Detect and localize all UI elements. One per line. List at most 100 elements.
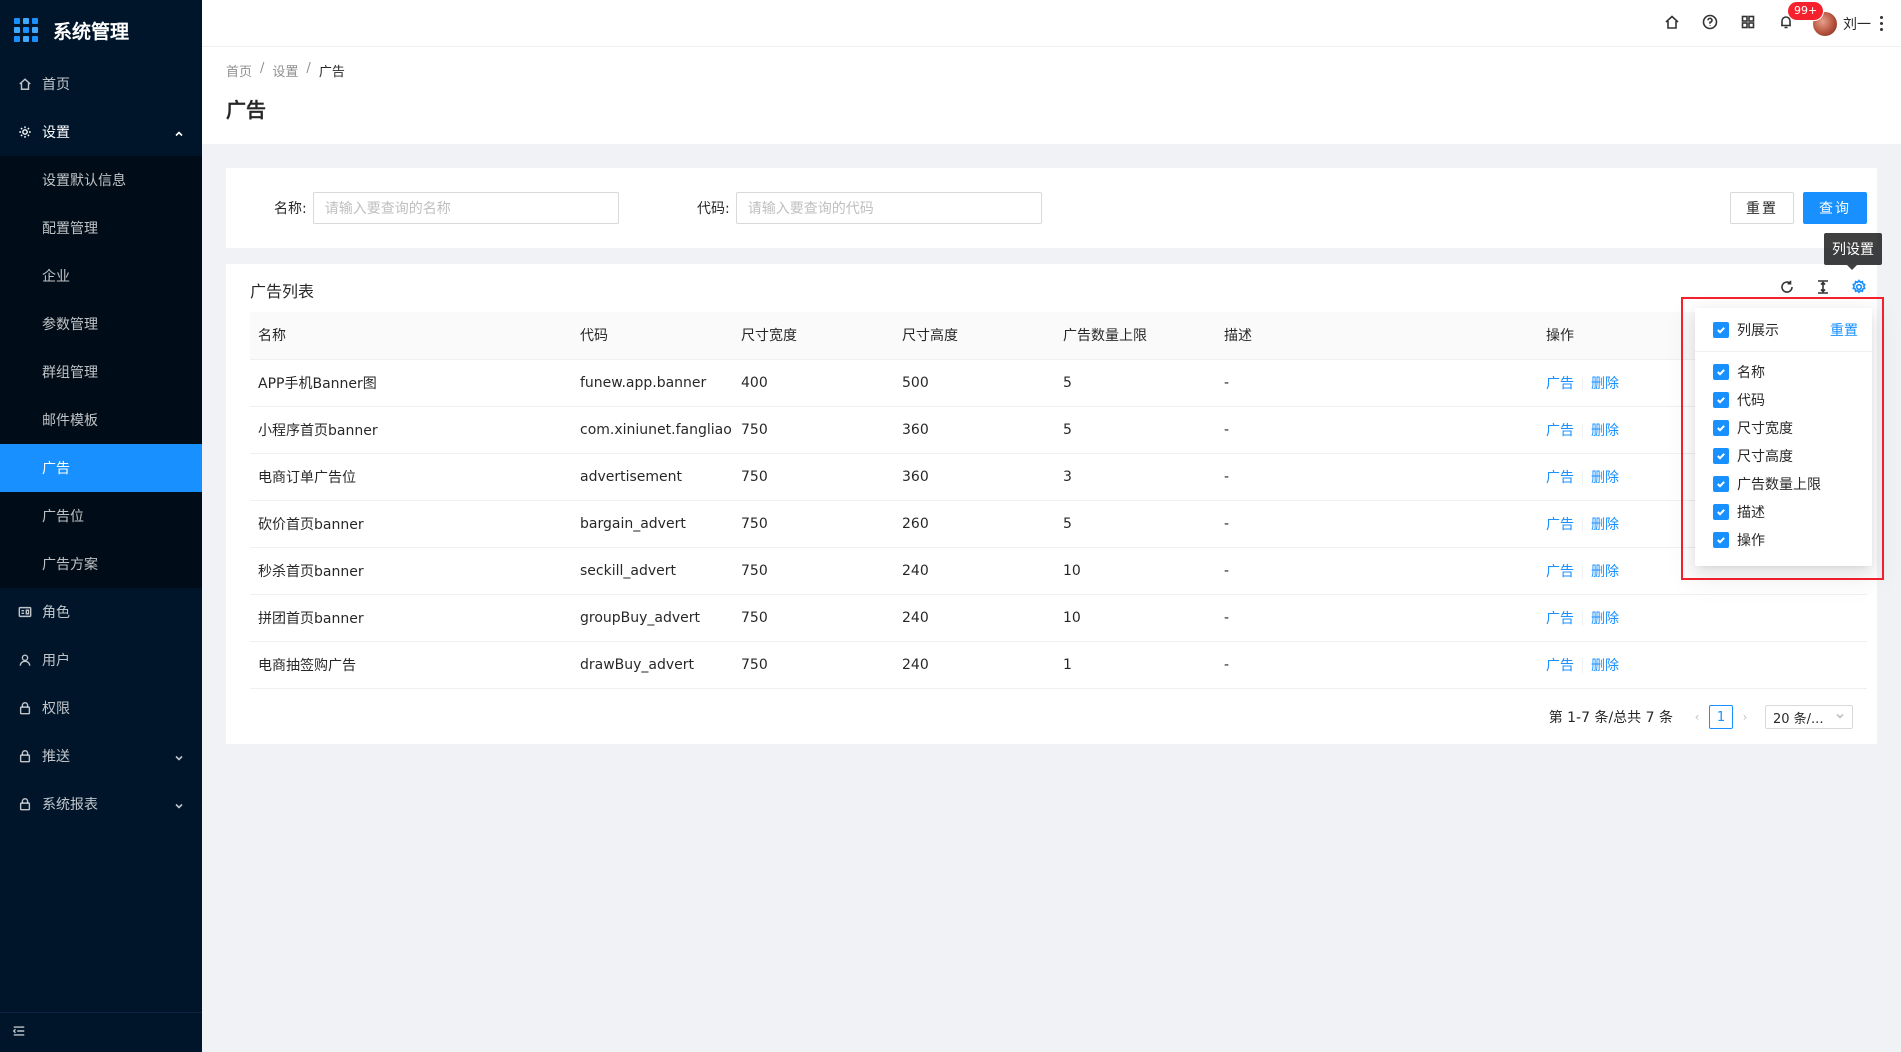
app-title: 系统管理 (53, 20, 130, 43)
show-all-columns-checkbox[interactable]: 列展示 (1713, 320, 1779, 340)
page-1-button[interactable]: 1 (1709, 705, 1733, 729)
column-option-code[interactable]: 代码 (1713, 386, 1872, 414)
checkbox-checked-icon (1713, 532, 1729, 548)
reload-icon (1779, 279, 1795, 299)
name-placeholder: 请输入要查询的名称 (324, 201, 451, 217)
delete-link[interactable]: 删除 (1591, 517, 1619, 533)
cell-height: 500 (894, 359, 1055, 407)
home-button[interactable] (1653, 0, 1691, 47)
column-reset-link[interactable]: 重置 (1830, 320, 1858, 340)
table-row: 拼团首页banner groupBuy_advert 750 240 10 - … (250, 594, 1867, 642)
delete-link[interactable]: 删除 (1591, 376, 1619, 392)
table-row: 秒杀首页banner seckill_advert 750 240 10 - 广… (250, 547, 1867, 595)
code-search-input[interactable]: 请输入要查询的代码 (735, 192, 1042, 224)
cell-name: APP手机Banner图 (250, 359, 572, 407)
id-card-icon (18, 605, 32, 619)
next-page-button[interactable]: › (1733, 710, 1757, 724)
sidebar-item-label: 广告 (42, 461, 70, 477)
delete-link[interactable]: 删除 (1591, 611, 1619, 627)
ad-table-card: 广告列表 名称 代码 尺寸宽度 尺寸高度 广告数量上限 描述 操作 APP手机B… (226, 264, 1877, 744)
delete-link[interactable]: 删除 (1591, 658, 1619, 674)
sidebar-item-users[interactable]: 用户 (0, 636, 202, 684)
sidebar-item-ads[interactable]: 广告 (0, 444, 202, 492)
action-divider (1582, 470, 1583, 485)
sidebar-item-config[interactable]: 配置管理 (0, 204, 202, 252)
cell-name: 秒杀首页banner (250, 547, 572, 595)
table-row: 电商订单广告位 advertisement 750 360 3 - 广告 删除 (250, 453, 1867, 501)
sidebar-item-company[interactable]: 企业 (0, 252, 202, 300)
column-header-description: 描述 (1216, 312, 1538, 360)
column-option-width[interactable]: 尺寸宽度 (1713, 414, 1872, 442)
ad-link[interactable]: 广告 (1546, 564, 1574, 580)
page-size-select[interactable]: 20 条/... (1765, 705, 1853, 729)
more-button[interactable] (1871, 0, 1891, 47)
sidebar-item-roles[interactable]: 角色 (0, 588, 202, 636)
cell-max-count: 5 (1055, 406, 1216, 454)
cell-width: 750 (733, 641, 894, 689)
column-option-name[interactable]: 名称 (1713, 358, 1872, 386)
question-circle-icon (1702, 14, 1718, 34)
sidebar-item-reports[interactable]: 系统报表 (0, 780, 202, 828)
cell-width: 750 (733, 406, 894, 454)
sidebar-item-default-info[interactable]: 设置默认信息 (0, 156, 202, 204)
cell-max-count: 3 (1055, 453, 1216, 501)
cell-code: groupBuy_advert (572, 594, 733, 642)
ad-link[interactable]: 广告 (1546, 517, 1574, 533)
column-option-actions[interactable]: 操作 (1713, 526, 1872, 554)
sidebar-item-settings[interactable]: 设置 (0, 108, 202, 156)
cell-description: - (1216, 406, 1538, 454)
breadcrumb-home[interactable]: 首页 (226, 61, 252, 80)
column-option-description[interactable]: 描述 (1713, 498, 1872, 526)
ad-link[interactable]: 广告 (1546, 470, 1574, 486)
ad-link[interactable]: 广告 (1546, 376, 1574, 392)
sidebar-item-home[interactable]: 首页 (0, 60, 202, 108)
sidebar-item-mail-template[interactable]: 邮件模板 (0, 396, 202, 444)
cell-description: - (1216, 641, 1538, 689)
cell-max-count: 10 (1055, 547, 1216, 595)
sidebar-item-label: 推送 (42, 749, 70, 765)
action-divider (1582, 564, 1583, 579)
more-vertical-icon (1879, 15, 1883, 33)
cell-height: 360 (894, 453, 1055, 501)
prev-page-button[interactable]: ‹ (1685, 710, 1709, 724)
chevron-down-icon (174, 799, 184, 809)
lock-icon (18, 749, 32, 763)
sidebar-item-ad-plans[interactable]: 广告方案 (0, 540, 202, 588)
sidebar-item-label: 设置 (42, 125, 70, 141)
breadcrumb-current: 广告 (318, 65, 345, 80)
notification-button[interactable]: 99+ (1767, 0, 1824, 47)
apps-button[interactable] (1729, 0, 1767, 47)
help-button[interactable] (1691, 0, 1729, 47)
column-option-label: 广告数量上限 (1737, 477, 1821, 493)
delete-link[interactable]: 删除 (1591, 564, 1619, 580)
sidebar-item-permissions[interactable]: 权限 (0, 684, 202, 732)
ad-link[interactable]: 广告 (1546, 658, 1574, 674)
delete-link[interactable]: 删除 (1591, 470, 1619, 486)
sidebar-item-ad-slots[interactable]: 广告位 (0, 492, 202, 540)
cell-code: com.xiniunet.fangliao (572, 406, 733, 454)
query-button[interactable]: 查询 (1803, 192, 1867, 224)
breadcrumb-settings[interactable]: 设置 (272, 61, 298, 80)
column-settings-tooltip: 列设置 (1824, 233, 1882, 265)
cell-code: drawBuy_advert (572, 641, 733, 689)
home-icon (18, 77, 32, 91)
username[interactable]: 刘一 (1843, 14, 1871, 34)
sidebar-item-params[interactable]: 参数管理 (0, 300, 202, 348)
sidebar-item-push[interactable]: 推送 (0, 732, 202, 780)
delete-link[interactable]: 删除 (1591, 423, 1619, 439)
cell-height: 240 (894, 641, 1055, 689)
sidebar-item-label: 设置默认信息 (42, 173, 126, 189)
sidebar-item-groups[interactable]: 群组管理 (0, 348, 202, 396)
column-option-label: 尺寸宽度 (1737, 421, 1793, 437)
sidebar-item-label: 用户 (42, 653, 70, 669)
collapse-sidebar-button[interactable] (0, 1012, 202, 1052)
column-option-height[interactable]: 尺寸高度 (1713, 442, 1872, 470)
name-search-input[interactable]: 请输入要查询的名称 (312, 192, 619, 224)
breadcrumb-separator: / (260, 61, 265, 76)
ad-link[interactable]: 广告 (1546, 423, 1574, 439)
reset-button[interactable]: 重置 (1730, 192, 1794, 224)
action-divider (1582, 611, 1583, 626)
column-option-max-count[interactable]: 广告数量上限 (1713, 470, 1872, 498)
logo[interactable]: 系统管理 (0, 0, 202, 60)
ad-link[interactable]: 广告 (1546, 611, 1574, 627)
